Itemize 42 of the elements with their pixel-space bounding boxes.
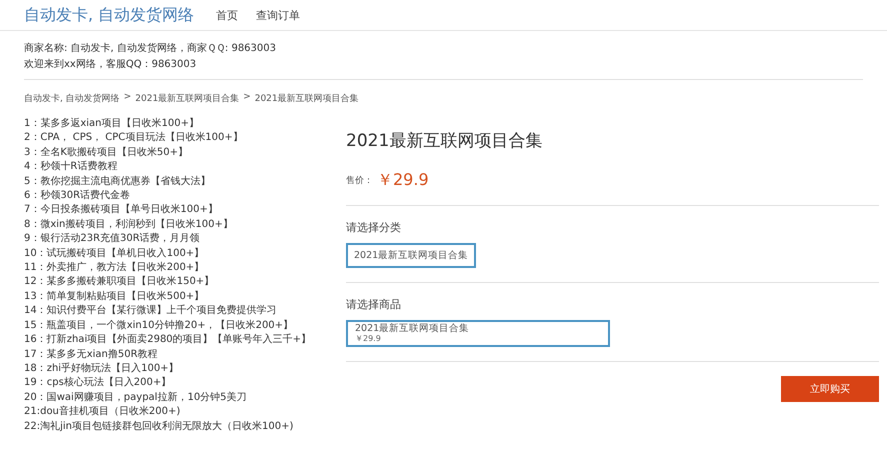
price-value: ￥29.9 [377, 170, 429, 191]
description-line: 20：国wai网赚项目，paypal拉新，10分钟5美刀 [24, 390, 248, 405]
description-line: 4：秒领十R话费教程 [24, 160, 118, 174]
buy-now-button[interactable]: 立即购买 [781, 376, 879, 402]
category-label: 请选择分类 [346, 220, 402, 235]
description-line: 9：银行活动23R充值30R话费，月月领 [24, 232, 201, 246]
description-line: 7：今日投条搬砖项目【单号日收米100+】 [24, 203, 219, 218]
goods-price: ￥29.9 [355, 334, 382, 344]
description-line: 15：瓶盖项目，一个微xin10分钟撸20+，【日收米200+】 [24, 318, 294, 333]
description-line: 8：微xin搬砖项目，利润秒到【日收米100+】 [24, 218, 234, 232]
category-option[interactable]: 2021最新互联网项目合集 [346, 243, 476, 268]
description-line: 17：某多多无xian撸50R教程 [24, 348, 159, 362]
description-line: 3：全名K歌搬砖项目【日收米50+】 [24, 146, 190, 160]
breadcrumb-separator: > [243, 92, 251, 104]
breadcrumb-separator: > [124, 92, 132, 104]
nav-link[interactable]: 首页 [216, 8, 238, 22]
product-title: 2021最新互联网项目合集 [346, 130, 544, 152]
description-line: 16：打新zhai项目【外面卖2980的项目】【单账号年入三千+】 [24, 333, 312, 348]
nav-link[interactable]: 查询订单 [256, 8, 300, 22]
breadcrumb-link[interactable]: 2021最新互联网项目合集 [254, 92, 359, 105]
goods-label: 请选择商品 [346, 297, 402, 312]
site-logo-text[interactable]: 自动发卡, 自动发货网络 [24, 4, 194, 26]
description-line: 18：zhi乎好物玩法【日入100+】 [24, 362, 180, 376]
description-line: 10：试玩搬砖项目【单机日收入100+】 [24, 246, 206, 261]
description-line: 13：简单复制粘贴项目【日收米500+】 [24, 290, 206, 304]
breadcrumb-link[interactable]: 2021最新互联网项目合集 [135, 92, 240, 105]
goods-name: 2021最新互联网项目合集 [355, 323, 470, 334]
merchant-info-text: 欢迎来到xx网络，客服QQ：9863003 [24, 58, 198, 72]
description-line: 12：某多多搬砖兼职项目【日收米150+】 [24, 275, 216, 290]
description-line: 6：秒领30R话费代金卷 [24, 189, 132, 204]
description-line: 21:dou音挂机项目（日收米200+) [24, 405, 182, 420]
price-label: 售价： [346, 174, 373, 187]
description-line: 11：外卖推广，教方法【日收米200+】 [24, 261, 206, 276]
description-line: 5：教你挖掘主流电商优惠券【省钱大法】 [24, 174, 212, 189]
breadcrumb-link[interactable]: 自动发卡, 自动发货网络 [24, 92, 120, 105]
description-line: 22:淘礼jin项目包链接群包回收利润无限放大（日收米100+) [24, 420, 294, 434]
description-line: 19：cps核心玩法【日入200+】 [24, 376, 172, 390]
description-line: 2：CPA， CPS， CPC项目玩法【日收米100+】 [24, 131, 244, 146]
merchant-info-text: 商家名称: 自动发卡, 自动发货网络，商家ＱＱ: 9863003 [24, 42, 277, 56]
description-line: 1：某多多返xian项目【日收米100+】 [24, 117, 200, 131]
goods-option[interactable]: 2021最新互联网项目合集 ￥29.9 [346, 320, 610, 347]
description-line: 14：知识付费平台【某行微课】上千个项目免费提供学习 [24, 304, 278, 318]
